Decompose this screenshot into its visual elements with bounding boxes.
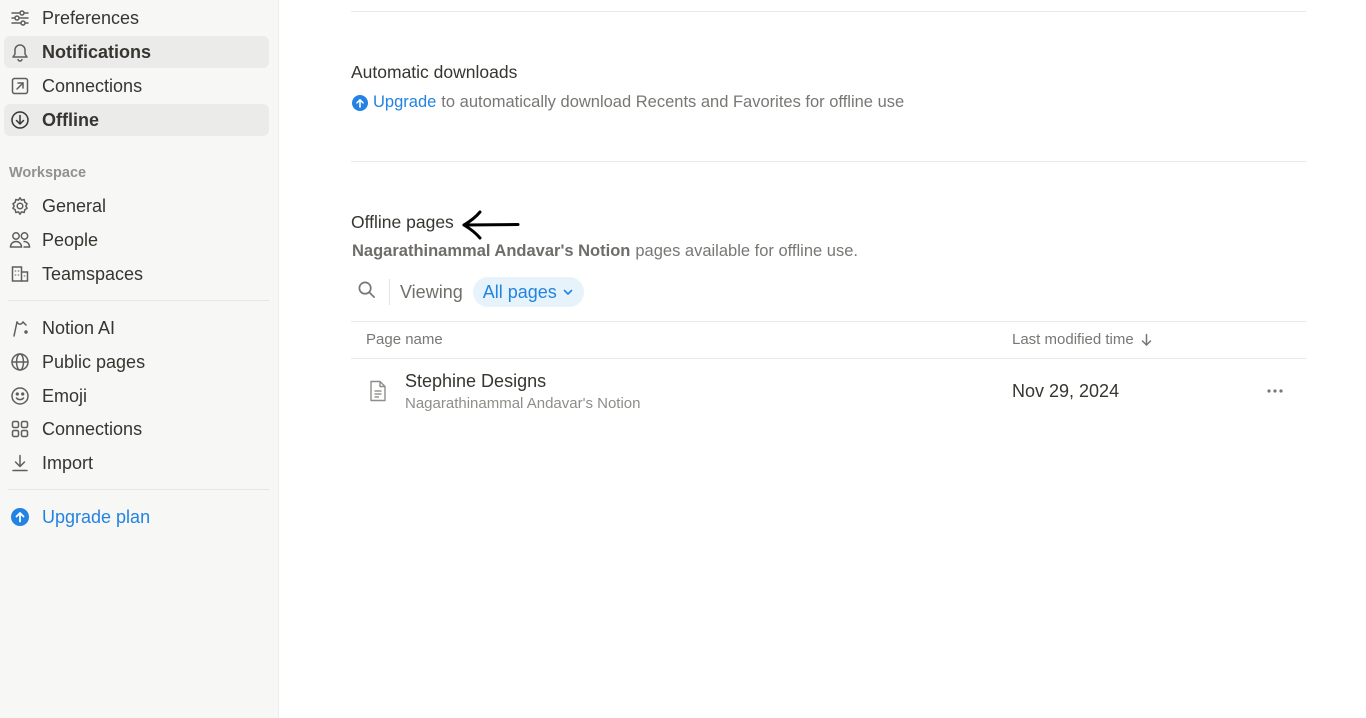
sliders-icon xyxy=(9,7,31,29)
building-icon xyxy=(9,263,31,285)
sidebar-item-public-pages[interactable]: Public pages xyxy=(4,346,269,378)
sidebar-divider xyxy=(8,300,269,301)
filter-bar: Viewing All pages xyxy=(352,277,584,307)
sidebar-item-teamspaces[interactable]: Teamspaces xyxy=(4,258,269,290)
more-horizontal-icon xyxy=(1267,389,1283,393)
offline-pages-title: Offline pages xyxy=(351,212,454,232)
sidebar-item-upgrade-plan[interactable]: Upgrade plan xyxy=(4,501,269,533)
automatic-downloads-title: Automatic downloads xyxy=(351,62,518,82)
view-filter-value: All pages xyxy=(482,281,557,302)
external-link-icon xyxy=(9,75,31,97)
view-filter-dropdown[interactable]: All pages xyxy=(472,277,584,307)
column-header-last-modified[interactable]: Last modified time xyxy=(1012,331,1153,348)
grid-icon xyxy=(9,418,31,440)
upgrade-link[interactable]: Upgrade xyxy=(373,93,436,112)
settings-sidebar: Preferences Notifications Connections Of… xyxy=(0,0,279,718)
sidebar-item-offline[interactable]: Offline xyxy=(4,104,269,136)
sidebar-item-emoji[interactable]: Emoji xyxy=(4,380,269,412)
page-modified-date: Nov 29, 2024 xyxy=(1012,381,1120,401)
column-header-page-name[interactable]: Page name xyxy=(366,331,443,348)
sidebar-item-import[interactable]: Import xyxy=(4,447,269,479)
sidebar-item-label: Upgrade plan xyxy=(42,506,151,527)
upgrade-arrow-icon xyxy=(9,506,31,528)
globe-icon xyxy=(9,351,31,373)
smiley-icon xyxy=(9,385,31,407)
sidebar-item-connections[interactable]: Connections xyxy=(4,70,269,102)
workspace-heading: Workspace xyxy=(9,165,87,181)
people-icon xyxy=(9,229,31,251)
sidebar-item-notion-ai[interactable]: Notion AI xyxy=(4,312,269,344)
automatic-downloads-text: to automatically download Recents and Fa… xyxy=(441,93,905,111)
download-circle-icon xyxy=(9,109,31,131)
sidebar-item-label: Notion AI xyxy=(42,317,116,338)
sidebar-item-connections-workspace[interactable]: Connections xyxy=(4,413,269,445)
sidebar-item-label: Notifications xyxy=(42,41,152,62)
bell-icon xyxy=(9,41,31,63)
offline-pages-desc: Nagarathinammal Andavar's Notion pages a… xyxy=(352,242,858,261)
viewing-label: Viewing xyxy=(400,281,463,302)
page-workspace: Nagarathinammal Andavar's Notion xyxy=(405,395,641,412)
automatic-downloads-desc: Upgrade to automatically download Recent… xyxy=(352,93,904,112)
section-divider xyxy=(351,11,1306,12)
sidebar-item-label: People xyxy=(42,229,99,250)
upgrade-arrow-icon xyxy=(352,94,368,111)
sidebar-item-label: Offline xyxy=(42,109,99,130)
sidebar-item-label: Emoji xyxy=(42,385,88,406)
sidebar-item-notifications[interactable]: Notifications xyxy=(4,36,269,68)
sidebar-item-label: Preferences xyxy=(42,7,140,28)
sidebar-item-general[interactable]: General xyxy=(4,190,269,222)
chevron-down-icon xyxy=(563,289,573,295)
workspace-name: Nagarathinammal Andavar's Notion xyxy=(352,242,631,260)
sidebar-item-label: Connections xyxy=(42,75,143,96)
search-icon xyxy=(357,280,376,304)
notion-ai-icon xyxy=(9,317,31,339)
table-top-border xyxy=(351,321,1306,322)
sidebar-item-label: Public pages xyxy=(42,351,146,372)
sidebar-item-preferences[interactable]: Preferences xyxy=(4,2,269,34)
sidebar-item-label: Connections xyxy=(42,418,143,439)
sidebar-item-people[interactable]: People xyxy=(4,224,269,256)
sidebar-item-label: Import xyxy=(42,452,94,473)
offline-pages-desc-text: pages available for offline use. xyxy=(635,242,858,260)
filter-separator xyxy=(389,279,390,305)
sidebar-item-label: General xyxy=(42,195,107,216)
page-document-icon xyxy=(368,380,388,407)
section-divider xyxy=(351,161,1306,162)
sidebar-divider xyxy=(8,489,269,490)
table-header-border xyxy=(351,358,1306,359)
table-row[interactable]: Stephine Designs Nagarathinammal Andavar… xyxy=(352,360,1306,422)
import-icon xyxy=(9,452,31,474)
sort-descending-icon xyxy=(1141,333,1151,346)
sidebar-item-label: Teamspaces xyxy=(42,263,144,284)
column-header-label: Last modified time xyxy=(1012,331,1134,348)
search-button[interactable] xyxy=(352,278,380,306)
more-options-button[interactable] xyxy=(1260,378,1290,404)
gear-icon xyxy=(9,195,31,217)
page-name: Stephine Designs xyxy=(405,371,547,391)
left-arrow-icon xyxy=(460,209,524,246)
